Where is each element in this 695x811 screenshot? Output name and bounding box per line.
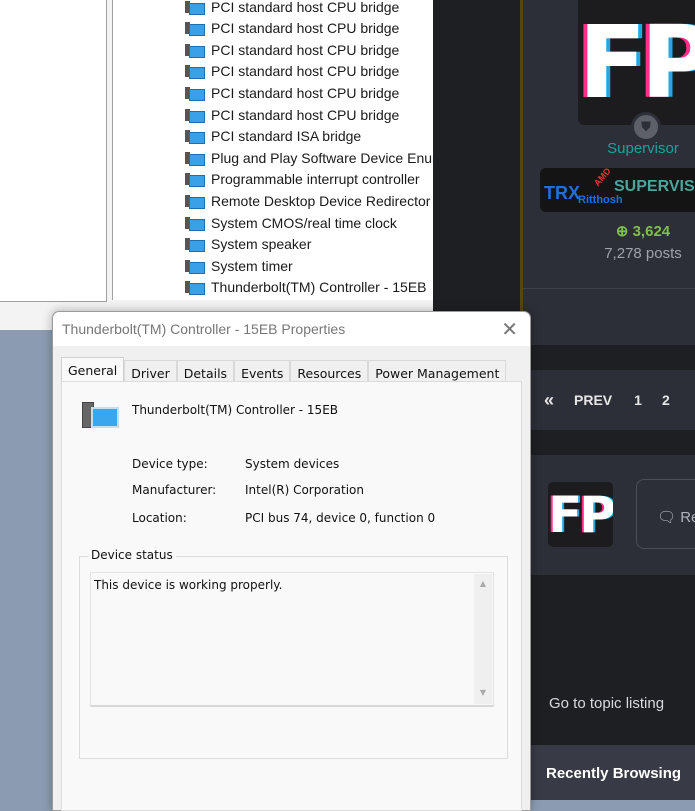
badge-trx: TRX — [544, 183, 580, 203]
device-label: Programmable interrupt controller — [211, 171, 420, 188]
first-page-button[interactable]: « — [530, 390, 562, 411]
dialog-title-bar: Thunderbolt(TM) Controller - 15EB Proper… — [53, 312, 530, 346]
device-label: PCI standard host CPU bridge — [211, 20, 400, 37]
user-avatar[interactable]: FP — [548, 482, 613, 547]
device-label: PCI standard host CPU bridge — [211, 63, 400, 80]
device-label: System speaker — [211, 236, 312, 253]
device-label: PCI standard host CPU bridge — [211, 0, 400, 15]
recently-browsing-header: Recently Browsing — [530, 745, 695, 800]
device-item[interactable]: System speaker — [185, 234, 311, 255]
device-item[interactable]: System timer — [185, 255, 293, 276]
device-status-text: This device is working properly. — [94, 578, 283, 592]
device-icon — [185, 216, 205, 231]
device-type-value: System devices — [245, 457, 340, 471]
device-status-textbox[interactable]: This device is working properly. ▲ ▼ — [90, 572, 494, 707]
scroll-down-icon[interactable]: ▼ — [474, 688, 492, 697]
location-label: Location: — [132, 511, 187, 525]
reply-row: FP 🗨 Re — [530, 455, 695, 575]
scroll-up-icon[interactable]: ▲ — [474, 579, 492, 588]
device-icon — [185, 280, 205, 296]
comment-icon: 🗨 — [657, 509, 681, 526]
author-avatar[interactable]: FP — [578, 0, 695, 125]
device-type-label: Device type: — [132, 457, 208, 471]
device-icon — [185, 194, 205, 209]
location-value: PCI bus 74, device 0, function 0 — [245, 511, 436, 525]
close-icon[interactable]: ✕ — [501, 317, 518, 342]
device-label: PCI standard host CPU bridge — [211, 84, 400, 101]
divider — [523, 288, 695, 289]
device-icon — [185, 259, 205, 274]
author-badge: TRX Ritthosh AMD SUPERVISOR — [540, 168, 695, 212]
device-item[interactable]: PCI standard host CPU bridge — [185, 39, 399, 60]
device-tree: PCI standard host CPU bridge PCI standard… — [112, 0, 433, 300]
device-label: System timer — [211, 257, 293, 274]
device-item[interactable]: PCI standard host CPU bridge — [185, 104, 399, 125]
general-panel: Thunderbolt(TM) Controller - 15EB Device… — [61, 381, 522, 811]
manufacturer-label: Manufacturer: — [132, 483, 217, 497]
device-status-group: Device status This device is working pro… — [79, 548, 508, 759]
device-icon — [185, 0, 205, 15]
device-item[interactable]: Programmable interrupt controller — [185, 169, 420, 190]
device-label: System CMOS/real time clock — [211, 214, 397, 231]
dialog-title: Thunderbolt(TM) Controller - 15EB Proper… — [62, 321, 346, 337]
badge-amd: AMD — [591, 168, 613, 189]
author-panel: FP ⛊ Supervisor TRX Ritthosh AMD SUPERVI… — [520, 0, 695, 345]
device-icon — [185, 129, 205, 145]
device-icon — [185, 108, 205, 123]
device-label: Plug and Play Software Device Enumerator — [211, 149, 433, 166]
device-item[interactable]: PCI standard ISA bridge — [185, 126, 361, 147]
device-status-label: Device status — [88, 548, 176, 562]
badge-supervisor: SUPERVISOR — [614, 178, 695, 195]
reply-label: Re — [680, 509, 695, 526]
device-label: PCI standard ISA bridge — [211, 128, 362, 145]
author-role: Supervisor — [607, 140, 679, 157]
device-icon — [185, 64, 205, 80]
device-icon — [185, 151, 205, 166]
device-icon — [185, 43, 205, 58]
reply-box[interactable]: 🗨 Re — [636, 479, 695, 549]
reputation: ⊕ 3,624 — [583, 222, 695, 240]
device-item[interactable]: PCI standard host CPU bridge — [185, 61, 399, 82]
prev-button[interactable]: PREV — [562, 392, 620, 408]
device-name: Thunderbolt(TM) Controller - 15EB — [132, 403, 339, 417]
device-manager-left-pane — [0, 0, 107, 302]
manufacturer-value: Intel(R) Corporation — [245, 483, 364, 497]
post-count: 7,278 posts — [604, 245, 682, 262]
avatar-logo: FP — [578, 4, 695, 121]
device-manager-window: PCI standard host CPU bridge PCI standard… — [0, 0, 433, 330]
device-icon — [185, 86, 205, 101]
device-label: Remote Desktop Device Redirector Bus — [211, 192, 433, 209]
page-1-button[interactable]: 1 — [620, 392, 650, 408]
device-item[interactable]: Thunderbolt(TM) Controller - 15EB — [185, 277, 427, 298]
tab-bar: General Driver Details Events Resources … — [61, 357, 507, 384]
shield-icon: ⛊ — [631, 112, 661, 142]
scrollbar[interactable]: ▲ ▼ — [474, 574, 492, 704]
device-icon — [185, 21, 205, 37]
device-item[interactable]: Plug and Play Software Device Enumerator — [185, 147, 433, 168]
device-item[interactable]: Remote Desktop Device Redirector Bus — [185, 190, 433, 211]
device-icon — [185, 172, 205, 188]
device-item[interactable]: PCI standard host CPU bridge — [185, 18, 399, 39]
device-label: Thunderbolt(TM) Controller - 15EB — [211, 279, 427, 296]
device-label: PCI standard host CPU bridge — [211, 41, 400, 58]
properties-dialog: Thunderbolt(TM) Controller - 15EB Proper… — [52, 311, 531, 811]
tab-general[interactable]: General — [61, 357, 125, 384]
avatar-logo: FP — [548, 485, 613, 544]
device-icon — [185, 237, 205, 253]
pagination: « PREV 1 2 — [530, 370, 695, 430]
device-item[interactable]: PCI standard host CPU bridge — [185, 82, 399, 103]
device-item[interactable]: System CMOS/real time clock — [185, 212, 397, 233]
page-2-button[interactable]: 2 — [650, 392, 678, 408]
device-item[interactable]: PCI standard host CPU bridge — [185, 0, 399, 17]
device-label: PCI standard host CPU bridge — [211, 106, 400, 123]
plus-circle-icon: ⊕ — [615, 223, 633, 240]
device-icon — [82, 402, 119, 428]
go-to-topic-listing-link[interactable]: Go to topic listing — [549, 695, 664, 712]
reputation-count: 3,624 — [632, 223, 671, 240]
